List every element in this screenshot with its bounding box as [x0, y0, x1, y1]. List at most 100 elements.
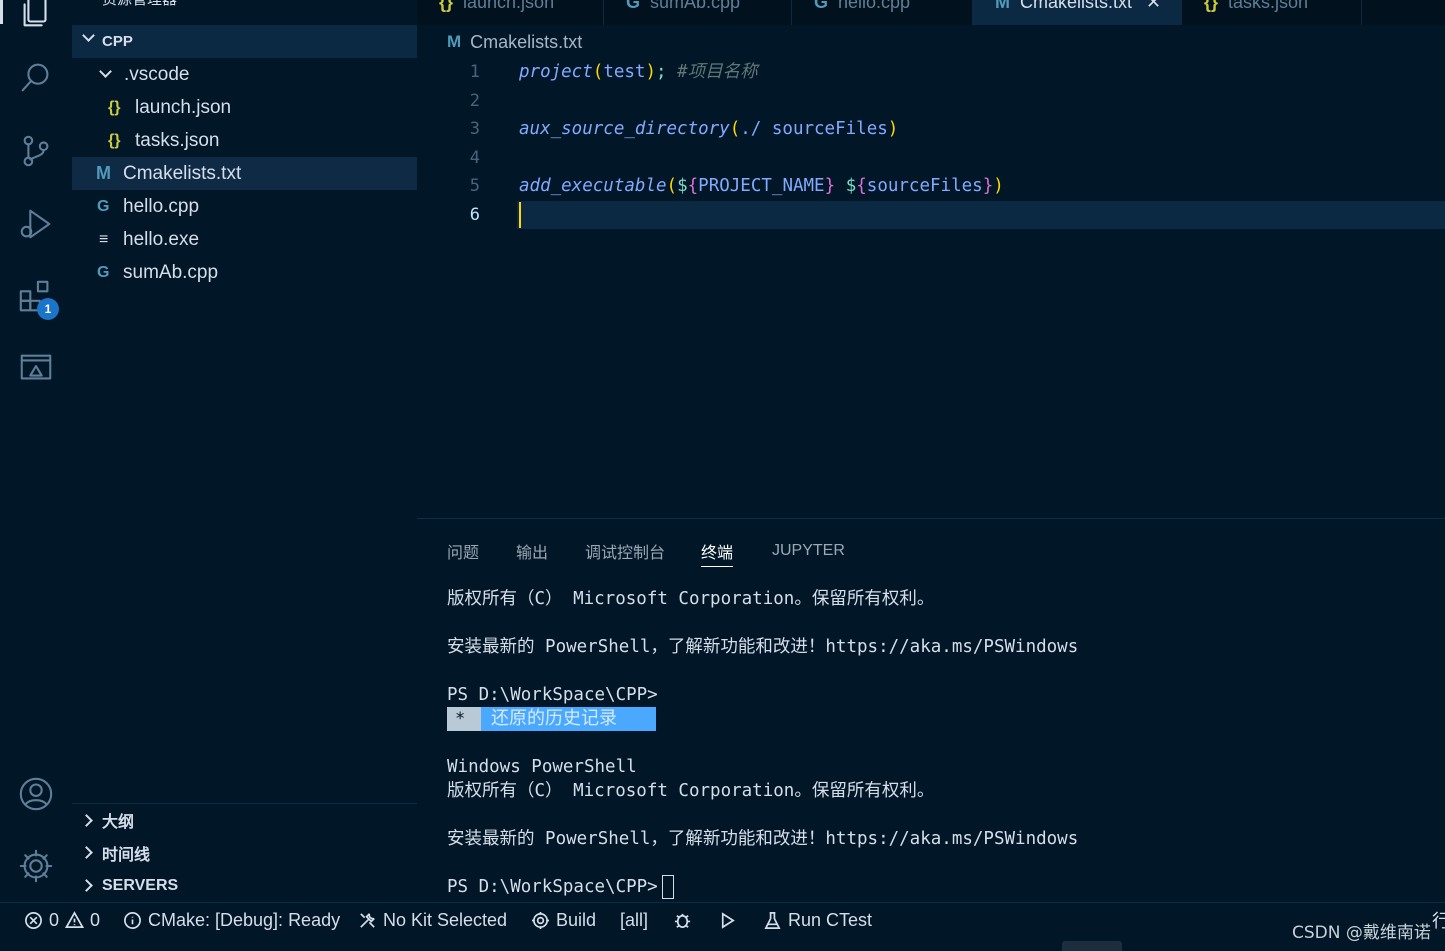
terminal-line: Windows PowerShell	[447, 757, 637, 777]
tab-launch-json[interactable]: {} launch.json	[417, 0, 604, 25]
info-icon	[124, 911, 141, 929]
account-icon[interactable]	[0, 764, 72, 824]
panel-tab-problems[interactable]: 问题	[447, 535, 479, 567]
run-debug-icon[interactable]	[0, 194, 72, 254]
restored-history-label: 还原的历史记录	[481, 707, 656, 731]
build-label: Build	[556, 909, 597, 930]
cmake-status[interactable]: CMake: [Debug]: Ready	[123, 903, 340, 937]
tree-item-label: Cmakelists.txt	[123, 162, 242, 184]
folder-section-cpp[interactable]: CPP	[72, 25, 417, 58]
tree-item-hello-cpp[interactable]: G hello.cpp	[72, 190, 417, 223]
cmake-kit-selector[interactable]: No Kit Selected	[358, 903, 507, 937]
panel-tab-jupyter[interactable]: JUPYTER	[772, 535, 845, 567]
tab-sumab-cpp[interactable]: GsumAb.cpp	[604, 0, 792, 25]
gear-icon	[531, 911, 550, 929]
tree-item-tasks-json[interactable]: {} tasks.json	[72, 124, 417, 157]
line-number: 5	[469, 176, 480, 196]
settings-gear-icon[interactable]	[0, 836, 72, 896]
code-line-1: project(test); #项目名称	[519, 62, 758, 82]
restored-history-marker: * 还原的历史记录	[447, 707, 656, 731]
tree-item-label: sumAb.cpp	[123, 261, 219, 283]
tab-hello-cpp[interactable]: Ghello.cpp	[792, 0, 973, 25]
chevron-right-icon	[80, 814, 93, 827]
terminal-prompt: PS D:\WorkSpace\CPP>	[447, 685, 658, 705]
run-ctest-label: Run CTest	[788, 909, 873, 930]
json-file-icon: {}	[1204, 0, 1219, 12]
code-line-3: aux_source_directory(./ sourceFiles)	[519, 119, 899, 139]
tree-item-label: launch.json	[135, 96, 232, 118]
extensions-badge: 1	[37, 298, 59, 320]
terminal-line: 版权所有（C） Microsoft Corporation。保留所有权利。	[447, 589, 935, 609]
chevron-right-icon	[80, 879, 93, 892]
kit-label: No Kit Selected	[383, 909, 508, 930]
breadcrumb[interactable]: M Cmakelists.txt	[447, 29, 582, 55]
run-ctest-button[interactable]: Run CTest	[763, 903, 872, 937]
json-file-icon: {}	[439, 0, 454, 12]
cmake-status-label: CMake: [Debug]: Ready	[148, 909, 341, 930]
tab-label: sumAb.cpp	[650, 0, 741, 12]
code-editor[interactable]: 1 2 3 4 5 6 project(test); #项目名称 aux_sou…	[417, 58, 1445, 518]
line-number: 2	[469, 91, 480, 111]
current-line-highlight	[517, 201, 1445, 229]
extensions-icon[interactable]: 1	[0, 267, 72, 327]
line-number: 1	[469, 62, 480, 82]
json-file-icon: {}	[108, 131, 121, 149]
tree-item-label: hello.exe	[123, 228, 200, 250]
terminal-cursor	[661, 875, 674, 899]
activity-bar: 1	[0, 0, 72, 902]
tree-item-cmakelists[interactable]: M Cmakelists.txt	[72, 157, 417, 190]
tools-icon	[360, 912, 375, 928]
warning-count: 0	[90, 909, 101, 930]
panel-tab-output[interactable]: 输出	[516, 535, 548, 567]
tree-item-hello-exe[interactable]: ≡ hello.exe	[72, 223, 417, 256]
warning-icon	[65, 910, 85, 928]
sidebar-header: 资源管理器	[102, 0, 177, 9]
cpp-file-icon: G	[97, 263, 110, 281]
line-number: 4	[469, 148, 480, 168]
tree-item-launch-json[interactable]: {} launch.json	[72, 91, 417, 124]
tab-tasks-json[interactable]: {} tasks.json	[1182, 0, 1362, 25]
section-title: 大纲	[102, 814, 135, 831]
search-icon[interactable]	[0, 48, 72, 108]
exe-file-icon: ≡	[99, 230, 109, 248]
source-control-icon[interactable]	[0, 121, 72, 181]
tree-folder-vscode[interactable]: .vscode	[72, 58, 417, 91]
code-line-5: add_executable(${PROJECT_NAME} ${sourceF…	[519, 176, 1004, 196]
remote-explorer-icon[interactable]	[0, 338, 72, 398]
terminal-line: 安装最新的 PowerShell，了解新功能和改进！https://aka.ms…	[447, 637, 1079, 657]
section-timeline[interactable]: 时间线	[72, 836, 417, 869]
terminal-input-line[interactable]: PS D:\WorkSpace\CPP>	[447, 875, 674, 899]
bottom-panel: 问题 输出 调试控制台 终端 JUPYTER 版权所有（C） Microsoft…	[417, 518, 1445, 902]
chevron-down-icon	[99, 65, 112, 78]
terminal-prompt: PS D:\WorkSpace\CPP>	[447, 877, 658, 897]
cmake-file-icon: M	[447, 32, 462, 51]
run-play-icon[interactable]	[718, 903, 743, 937]
cmake-target-selector[interactable]: [all]	[620, 903, 648, 937]
tree-item-label: .vscode	[124, 63, 190, 85]
text-caret	[519, 202, 521, 228]
panel-tab-debug-console[interactable]: 调试控制台	[585, 535, 665, 567]
tab-label: hello.cpp	[838, 0, 911, 12]
line-number: 3	[469, 119, 480, 139]
editor-tabs: {} launch.json GsumAb.cpp Ghello.cpp M Cma…	[417, 0, 1445, 25]
error-icon	[25, 911, 42, 929]
section-title: 时间线	[102, 846, 151, 864]
error-count: 0	[49, 909, 60, 930]
tree-item-label: tasks.json	[135, 129, 220, 151]
status-bar: 0 0 CMake: [Debug]: Ready No Kit Selecte…	[0, 902, 1445, 951]
problems-indicator[interactable]: 0 0	[24, 903, 100, 937]
debug-bug-icon[interactable]	[673, 903, 698, 937]
cpp-file-icon: G	[626, 0, 641, 12]
taskbar-hint	[1062, 941, 1122, 951]
cpp-file-icon: G	[814, 0, 829, 12]
panel-tab-terminal[interactable]: 终端	[701, 535, 734, 567]
tab-label: tasks.json	[1228, 0, 1309, 12]
cmake-build-button[interactable]: Build	[531, 903, 596, 937]
explorer-icon[interactable]	[0, 0, 72, 42]
close-icon[interactable]: ✕	[1146, 0, 1161, 13]
tab-cmakelists[interactable]: M Cmakelists.txt ✕	[973, 0, 1182, 25]
section-outline[interactable]: 大纲	[72, 803, 417, 836]
csdn-watermark: CSDN @戴维南诺	[1292, 923, 1431, 943]
tree-item-sumab-cpp[interactable]: G sumAb.cpp	[72, 256, 417, 289]
section-servers[interactable]: SERVERS	[72, 869, 417, 902]
